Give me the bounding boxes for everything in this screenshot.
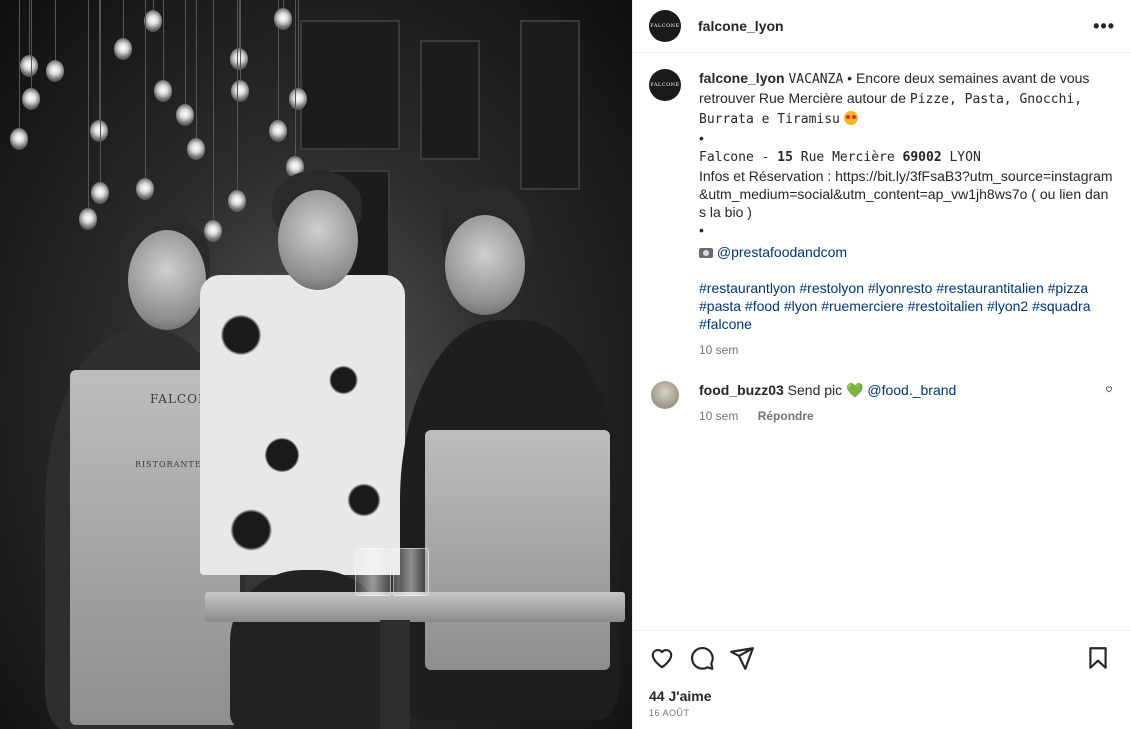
light-bulb (20, 55, 38, 77)
table (205, 592, 625, 622)
face (445, 215, 525, 315)
comment-username[interactable]: food_buzz03 (699, 382, 784, 398)
post-photo[interactable]: FALCONE RISTORANTE E PIZZERIA (0, 0, 632, 729)
save-bookmark-icon[interactable] (1085, 645, 1111, 671)
person-middle-shirt (200, 275, 405, 575)
profile-username[interactable]: falcone_lyon (698, 18, 784, 34)
light-bulb (91, 182, 109, 204)
face (278, 190, 358, 290)
caption-address-city: LYON (941, 150, 981, 165)
green-heart-emoji-icon: 💚 (846, 382, 864, 398)
caption: FALCONE falcone_lyon VACANZA • Encore de… (649, 69, 1115, 359)
caption-hashtags[interactable]: #restaurantlyon #restolyon #lyonresto #r… (699, 279, 1115, 333)
post-date[interactable]: 16 AOÛT (649, 708, 1115, 718)
caption-address-street: Rue Mercière (792, 150, 903, 165)
background-window (300, 20, 400, 150)
light-bulb (144, 10, 162, 32)
background-window (520, 20, 580, 190)
comment-like-heart-icon[interactable] (1103, 381, 1115, 393)
likes-count[interactable]: 44 J'aime (649, 688, 1115, 704)
comments-section: FALCONE falcone_lyon VACANZA • Encore de… (633, 53, 1131, 630)
caption-address-number: 15 (777, 150, 793, 165)
light-bulb (10, 128, 28, 150)
comment-avatar[interactable] (651, 381, 679, 409)
post-actions: 44 J'aime 16 AOÛT (633, 630, 1131, 718)
light-bulb (22, 88, 40, 110)
camera-emoji-icon (699, 248, 713, 258)
light-bulb (230, 48, 248, 70)
light-bulb (274, 8, 292, 30)
caption-title: VACANZA (788, 72, 844, 87)
light-bulb (176, 104, 194, 126)
comment-body: food_buzz03 Send pic 💚 @food._brand 10 s… (699, 381, 1103, 425)
profile-avatar[interactable]: FALCONE (649, 10, 681, 42)
light-bulb (187, 138, 205, 160)
caption-body: falcone_lyon VACANZA • Encore deux semai… (699, 69, 1115, 359)
light-bulb (79, 208, 97, 230)
light-bulb (114, 38, 132, 60)
caption-username[interactable]: falcone_lyon (699, 70, 785, 86)
light-bulb (228, 190, 246, 212)
more-options-icon[interactable]: ••• (1093, 16, 1115, 37)
glass (355, 548, 391, 596)
comment-time[interactable]: 10 sem (699, 409, 738, 423)
caption-bullet: • (699, 222, 704, 238)
apron (425, 430, 610, 670)
light-bulb (154, 80, 172, 102)
caption-credit-line: @prestafoodandcom (699, 243, 847, 261)
action-icons (649, 645, 1115, 671)
light-bulb (46, 60, 64, 82)
light-bulb (136, 178, 154, 200)
comment: food_buzz03 Send pic 💚 @food._brand 10 s… (649, 381, 1115, 425)
table-leg (380, 620, 410, 729)
share-paper-plane-icon[interactable] (729, 645, 755, 671)
comment-bubble-icon[interactable] (689, 645, 715, 671)
post-header: FALCONE falcone_lyon ••• (633, 0, 1131, 53)
light-bulb (90, 120, 108, 142)
caption-avatar[interactable]: FALCONE (649, 69, 681, 101)
caption-address-name: Falcone - (699, 150, 778, 165)
caption-meta: 10 sem (699, 341, 1115, 359)
caption-bullet: • (699, 130, 704, 146)
heart-eyes-emoji-icon (843, 111, 858, 125)
light-bulb (204, 220, 222, 242)
background-window (420, 40, 480, 160)
caption-time[interactable]: 10 sem (699, 343, 738, 357)
light-bulb (231, 80, 249, 102)
caption-address-postcode: 69002 (902, 150, 942, 165)
like-heart-icon[interactable] (649, 645, 675, 671)
reply-button[interactable]: Répondre (758, 409, 814, 423)
credit-mention-link[interactable]: @prestafoodandcom (717, 244, 847, 260)
comment-meta: 10 sem Répondre (699, 407, 1103, 425)
face (128, 230, 206, 330)
comment-text: Send pic (787, 382, 843, 398)
glass (393, 548, 429, 596)
comment-mention-link[interactable]: @food._brand (867, 382, 956, 398)
light-bulb (289, 88, 307, 110)
caption-infos: Infos et Réservation : https://bit.ly/3f… (699, 168, 1113, 220)
light-bulb (269, 120, 287, 142)
post-side-panel: FALCONE falcone_lyon ••• FALCONE falcone… (632, 0, 1131, 729)
